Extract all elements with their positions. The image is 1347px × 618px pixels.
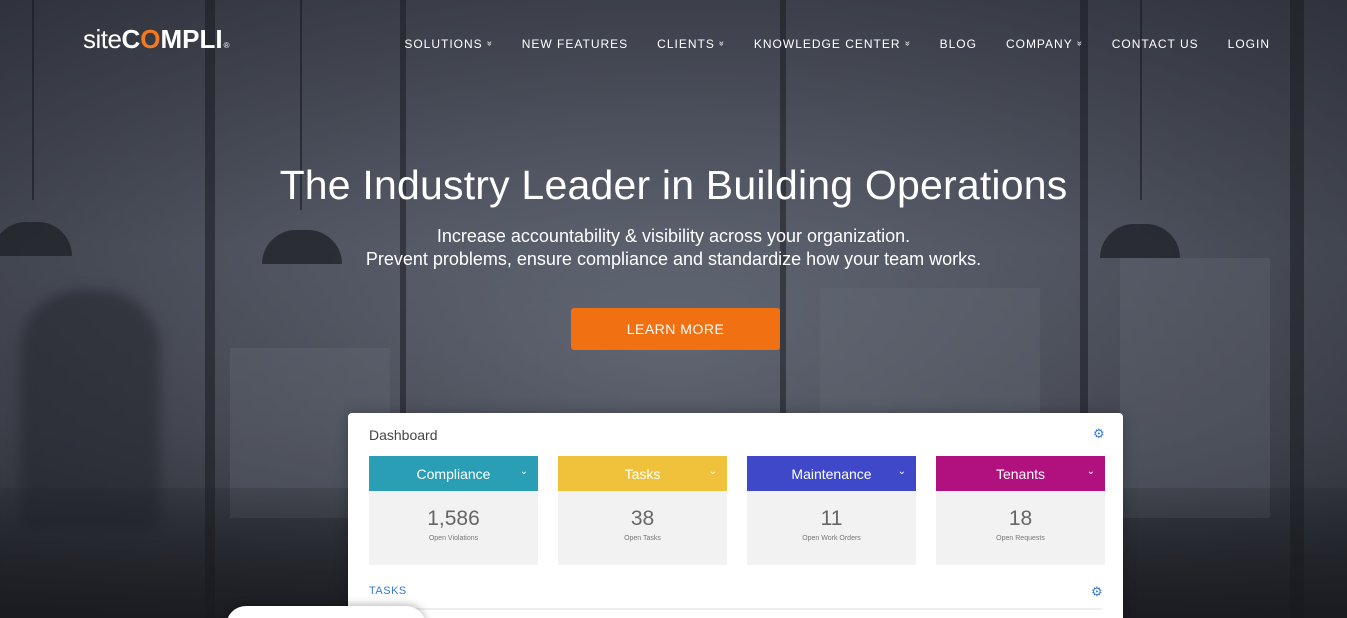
- logo-text-site: site: [83, 24, 122, 54]
- logo-check-letter: O: [140, 24, 161, 54]
- tile-body: 18 Open Requests: [936, 491, 1105, 565]
- gear-icon[interactable]: ⚙: [1091, 585, 1104, 598]
- tile-label: Maintenance: [791, 465, 872, 482]
- logo-text-compli: COMPLI: [121, 24, 222, 55]
- dashboard-preview: Dashboard ⚙ Compliance ⌄ 1,586 Open Viol…: [348, 413, 1123, 618]
- tile-header[interactable]: Maintenance ⌄: [747, 456, 916, 491]
- tile-caption: Open Requests: [996, 535, 1045, 542]
- nav-item-blog[interactable]: BLOG: [940, 37, 977, 51]
- tile-value: 11: [820, 507, 843, 530]
- tile-header[interactable]: Tasks ⌄: [558, 456, 727, 491]
- chevron-down-icon: »: [902, 40, 913, 48]
- nav-item-clients[interactable]: CLIENTS»: [657, 37, 727, 51]
- logo-letters: MPLI: [160, 24, 223, 54]
- nav-label: SOLUTIONS: [404, 37, 483, 51]
- main-nav: SOLUTIONS» NEW FEATURES CLIENTS» KNOWLED…: [375, 37, 1270, 51]
- chevron-down-icon: »: [1074, 40, 1085, 48]
- hero-title: The Industry Leader in Building Operatio…: [279, 162, 1068, 208]
- tile-header[interactable]: Tenants ⌄: [936, 456, 1105, 491]
- tile-caption: Open Tasks: [624, 535, 661, 542]
- registered-mark: ®: [223, 41, 230, 50]
- tile-compliance[interactable]: Compliance ⌄ 1,586 Open Violations: [369, 456, 538, 565]
- tile-tenants[interactable]: Tenants ⌄ 18 Open Requests: [936, 456, 1105, 565]
- chat-widget[interactable]: [226, 606, 426, 618]
- nav-label: LOGIN: [1227, 37, 1270, 51]
- dashboard-tiles: Compliance ⌄ 1,586 Open Violations Tasks…: [369, 456, 1105, 565]
- nav-label: NEW FEATURES: [521, 37, 629, 51]
- nav-item-new-features[interactable]: NEW FEATURES: [522, 37, 628, 51]
- tile-caption: Open Work Orders: [802, 535, 861, 542]
- hero-subtitle-line: Prevent problems, ensure compliance and …: [365, 249, 982, 269]
- nav-item-solutions[interactable]: SOLUTIONS»: [404, 37, 495, 51]
- tile-maintenance[interactable]: Maintenance ⌄ 11 Open Work Orders: [747, 456, 916, 565]
- nav-label: COMPANY: [1005, 37, 1073, 51]
- learn-more-button[interactable]: LEARN MORE: [571, 308, 780, 350]
- tile-value: 18: [1008, 507, 1033, 530]
- chevron-down-icon: ⌄: [1086, 466, 1095, 477]
- nav-label: CONTACT US: [1111, 37, 1199, 51]
- nav-item-knowledge-center[interactable]: KNOWLEDGE CENTER»: [753, 37, 913, 51]
- chevron-down-icon: ⌄: [519, 466, 528, 477]
- site-logo[interactable]: site COMPLI ®: [83, 24, 230, 55]
- nav-item-contact-us[interactable]: CONTACT US: [1112, 37, 1199, 51]
- tile-body: 38 Open Tasks: [558, 491, 727, 565]
- nav-label: CLIENTS: [657, 37, 715, 51]
- hero-subtitle: Increase accountability & visibility acr…: [0, 225, 1347, 271]
- chevron-down-icon: ⌄: [897, 466, 906, 477]
- tasks-section-label: TASKS: [369, 585, 407, 597]
- nav-label: KNOWLEDGE CENTER: [753, 37, 901, 51]
- tile-value: 1,586: [427, 507, 480, 530]
- logo-letter: C: [121, 24, 141, 54]
- tile-label: Tenants: [995, 465, 1046, 482]
- tile-label: Tasks: [624, 465, 661, 482]
- chevron-down-icon: ⌄: [708, 466, 717, 477]
- nav-item-company[interactable]: COMPANY»: [1005, 37, 1085, 51]
- tile-body: 1,586 Open Violations: [369, 491, 538, 565]
- tile-header[interactable]: Compliance ⌄: [369, 456, 538, 491]
- tile-body: 11 Open Work Orders: [747, 491, 916, 565]
- divider: [369, 608, 1102, 610]
- tile-tasks[interactable]: Tasks ⌄ 38 Open Tasks: [558, 456, 727, 565]
- chevron-down-icon: »: [484, 40, 495, 48]
- nav-label: BLOG: [939, 37, 977, 51]
- dashboard-title: Dashboard: [369, 427, 438, 443]
- gear-icon[interactable]: ⚙: [1093, 427, 1106, 440]
- tile-label: Compliance: [416, 465, 491, 482]
- nav-item-login[interactable]: LOGIN: [1228, 37, 1270, 51]
- background-building: [1120, 258, 1270, 518]
- tile-value: 38: [630, 507, 655, 530]
- hero-subtitle-line: Increase accountability & visibility acr…: [436, 226, 911, 246]
- chevron-down-icon: »: [716, 40, 727, 48]
- tile-caption: Open Violations: [428, 535, 479, 542]
